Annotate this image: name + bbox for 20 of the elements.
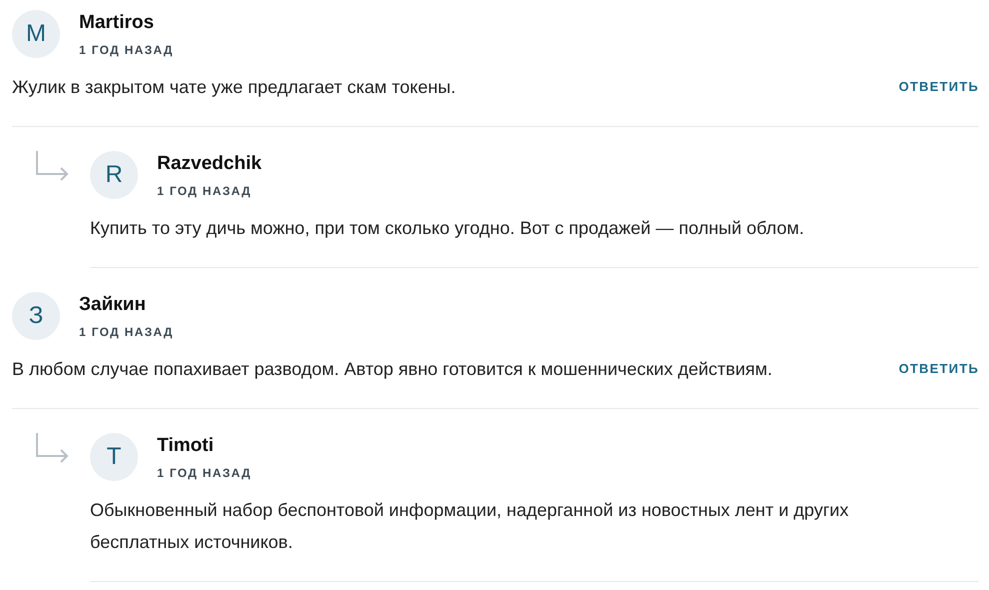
comment-time: 1 ГОД НАЗАД [79,42,174,56]
author-name: Зайкин [79,294,147,316]
comment-time: 1 ГОД НАЗАД [79,324,174,338]
reply-arrow-icon [35,433,69,465]
author-name: Martiros [79,12,155,34]
avatar: З [12,292,60,340]
avatar: M [12,10,60,58]
comment-text: Обыкновенный набор беспонтовой информации, надерганной из новостных лент и других бесплатных источников. [90,499,850,554]
reply-button[interactable]: ОТВЕТИТЬ [898,71,979,94]
avatar: R [90,151,138,199]
reply-arrow-icon [35,151,69,183]
comment-time: 1 ГОД НАЗАД [157,466,252,480]
comment-text: В любом случае попахивает разводом. Автор явно готовится к мошеннических действиям. [12,358,772,381]
author-name: Razvedchik [157,152,262,174]
author-name: Timoti [157,434,215,456]
comment-text: Жулик в закрытом чате уже предлагает скам токены. [12,76,456,99]
reply-button[interactable]: ОТВЕТИТЬ [898,353,979,376]
avatar: T [90,433,138,481]
comment-text: Купить то эту дичь можно, при том сколько угодно. Вот с продажей — полный облом. [90,217,804,240]
comment-time: 1 ГОД НАЗАД [157,184,253,198]
